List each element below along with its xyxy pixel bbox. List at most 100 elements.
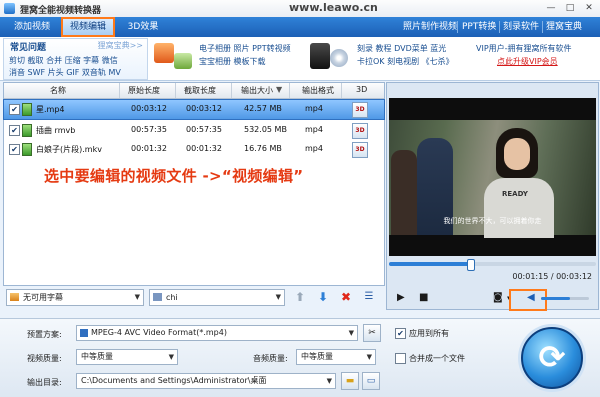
faq-links-row1[interactable]: 剪切 截取 合并 压缩 字幕 微信: [9, 55, 118, 66]
menu-separator: [499, 21, 500, 33]
file-output-format: mp4: [305, 125, 323, 134]
audio-track-select[interactable]: chi ▼: [149, 289, 285, 306]
video-quality-value: 中等质量: [81, 352, 113, 361]
format-icon: [80, 329, 88, 337]
chevron-down-icon: ▼: [326, 377, 332, 385]
tab-video-edit[interactable]: 视频编辑: [61, 17, 115, 37]
promo-album-line1[interactable]: 电子相册 照片 PPT转视频: [199, 43, 291, 54]
merge-checkbox[interactable]: [395, 353, 406, 364]
promo-burn-line1[interactable]: 刻录 教程 DVD菜单 蓝光: [357, 43, 446, 54]
col-cut-length[interactable]: 截取长度: [184, 85, 216, 96]
output-settings: 预置方案: MPEG-4 AVC Video Format(*.mp4) ▼ ✂…: [0, 318, 600, 397]
file-output-format: mp4: [305, 144, 323, 153]
file-row[interactable]: ✔ 星.mp4 00:03:12 00:03:12 42.57 MB mp4 3…: [3, 99, 385, 120]
menu-leawo-guide[interactable]: 狸窝宝典: [546, 19, 582, 35]
tab-3d-effect[interactable]: 3D效果: [119, 19, 167, 35]
subtitle-icon: [10, 293, 19, 301]
menu-bar: 添加视频 视频编辑 3D效果 照片制作视频 PPT转换 刻录软件 狸窝宝典: [0, 17, 600, 37]
minimize-button[interactable]: —: [543, 2, 559, 14]
volume-level: [541, 297, 570, 300]
output-dir-label: 输出目录:: [27, 378, 62, 387]
col-output-format[interactable]: 输出格式: [302, 85, 334, 96]
menu-separator: [457, 21, 458, 33]
apply-all-checkbox[interactable]: ✔: [395, 328, 406, 339]
file-output-size: 16.76 MB: [244, 144, 282, 153]
preset-settings-icon[interactable]: ✂: [363, 324, 381, 342]
delete-icon[interactable]: ✖: [339, 290, 353, 304]
seek-handle[interactable]: [466, 259, 475, 271]
preview-panel: READY 我们的世界不大，可以拥着你走 00:01:15 / 00:03:12…: [386, 82, 599, 311]
convert-button[interactable]: ⟳: [521, 327, 583, 389]
output-dir-field[interactable]: C:\Documents and Settings\Administrator\…: [76, 373, 336, 389]
col-orig-length[interactable]: 原始长度: [128, 85, 160, 96]
file-row[interactable]: ✔ 白娘子(片段).mkv 00:01:32 00:01:32 16.76 MB…: [4, 140, 384, 159]
file-name: 插曲 rmvb: [36, 126, 76, 135]
tab-add-video[interactable]: 添加视频: [6, 19, 58, 35]
promo-album-line2[interactable]: 宝宝相册 模板下载: [199, 56, 266, 67]
move-up-icon[interactable]: ⬆: [293, 290, 307, 304]
maximize-button[interactable]: □: [562, 2, 578, 14]
3d-settings-icon[interactable]: 3D: [352, 142, 368, 158]
faq-more-link[interactable]: 狸窝宝典>>: [98, 40, 143, 51]
sort-indicator-icon: ▼: [276, 85, 283, 94]
site-url: www.leawo.cn: [289, 1, 378, 14]
video-file-icon: [22, 143, 32, 156]
open-output-icon[interactable]: ▭: [362, 372, 380, 390]
col-3d[interactable]: 3D: [356, 85, 367, 94]
row-checkbox[interactable]: ✔: [9, 144, 20, 155]
convert-icon: ⟳: [538, 338, 566, 376]
menu-photo-video[interactable]: 照片制作视频: [403, 19, 457, 35]
vip-upgrade-link[interactable]: 点此升级VIP会员: [497, 56, 558, 67]
faq-links-row2[interactable]: 消音 SWF 片头 GIF 双音轨 MV: [9, 67, 121, 78]
subtitle-select[interactable]: 无可用字幕 ▼: [6, 289, 144, 306]
menu-ppt-convert[interactable]: PPT转换: [462, 19, 496, 35]
seek-progress: [389, 262, 470, 266]
file-output-format: mp4: [305, 104, 323, 113]
merge-label: 合并成一个文件: [409, 354, 465, 363]
menu-burn-software[interactable]: 刻录软件: [503, 19, 539, 35]
col-divider: [341, 83, 342, 98]
play-icon[interactable]: ▶: [397, 292, 405, 303]
subtitle-value: 无可用字幕: [23, 293, 63, 302]
folder-open-icon[interactable]: ▬: [341, 372, 359, 390]
instruction-overlay: 选中要编辑的视频文件 ->“视频编辑”: [44, 167, 304, 185]
file-name: 白娘子(片段).mkv: [36, 145, 102, 154]
audio-track-value: chi: [166, 293, 178, 302]
snapshot-icon[interactable]: ◙: [493, 292, 503, 303]
disc-icon: [330, 49, 348, 67]
video-preview[interactable]: READY 我们的世界不大，可以拥着你走: [389, 98, 596, 256]
file-cut-length: 00:01:32: [186, 144, 222, 153]
video-file-icon: [22, 103, 32, 116]
file-output-size: 42.57 MB: [244, 104, 282, 113]
app-window: 狸窝全能视频转换器 www.leawo.cn — □ ✕ 添加视频 视频编辑 3…: [0, 0, 600, 397]
time-readout: 00:01:15 / 00:03:12: [512, 272, 592, 281]
row-checkbox[interactable]: ✔: [9, 104, 20, 115]
file-orig-length: 00:03:12: [131, 104, 167, 113]
file-output-size: 532.05 MB: [244, 125, 287, 134]
promo-burn-line2[interactable]: 卡拉OK 刻电视剧 《七杀》: [357, 56, 454, 67]
volume-slider[interactable]: [541, 297, 589, 300]
col-name[interactable]: 名称: [50, 85, 66, 96]
volume-icon[interactable]: ◀: [527, 292, 535, 303]
3d-settings-icon[interactable]: 3D: [352, 102, 368, 118]
app-icon: [4, 3, 15, 14]
file-orig-length: 00:01:32: [131, 144, 167, 153]
list-menu-icon[interactable]: ☰: [362, 290, 376, 304]
stop-icon[interactable]: ■: [419, 292, 428, 303]
apply-all-label: 应用到所有: [409, 329, 449, 338]
3d-settings-icon[interactable]: 3D: [352, 123, 368, 139]
file-row[interactable]: ✔ 插曲 rmvb 00:57:35 00:57:35 532.05 MB mp…: [4, 121, 384, 140]
chevron-down-icon: ▼: [134, 293, 140, 301]
preset-select[interactable]: MPEG-4 AVC Video Format(*.mp4) ▼: [76, 325, 358, 341]
col-output-size[interactable]: 输出大小: [241, 85, 273, 96]
close-button[interactable]: ✕: [581, 2, 597, 14]
video-quality-select[interactable]: 中等质量 ▼: [76, 349, 178, 365]
video-quality-label: 视频质量:: [27, 354, 62, 363]
video-subtitle: 我们的世界不大，可以拥着你走: [443, 217, 542, 225]
audio-quality-select[interactable]: 中等质量 ▼: [296, 349, 376, 365]
move-down-icon[interactable]: ⬇: [316, 290, 330, 304]
row-checkbox[interactable]: ✔: [9, 125, 20, 136]
file-cut-length: 00:57:35: [186, 125, 222, 134]
seek-bar[interactable]: [389, 259, 596, 271]
file-orig-length: 00:57:35: [131, 125, 167, 134]
